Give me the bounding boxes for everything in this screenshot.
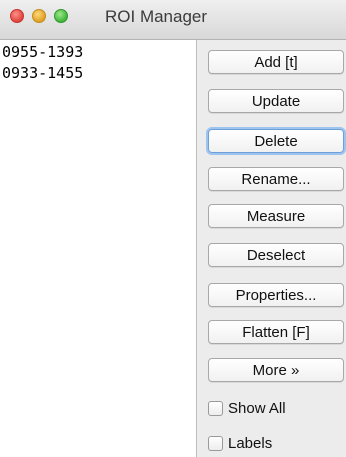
checkbox-box[interactable]: [208, 400, 223, 416]
flatten-button[interactable]: Flatten [F]: [208, 320, 344, 344]
window-title: ROI Manager: [105, 7, 208, 26]
measure-button[interactable]: Measure: [208, 204, 344, 228]
zoom-window-icon[interactable]: [54, 9, 68, 23]
deselect-button[interactable]: Deselect: [208, 243, 344, 267]
title-bar[interactable]: ROI Manager: [0, 0, 346, 40]
roi-list[interactable]: 0955-1393 0933-1455: [0, 40, 197, 457]
delete-button[interactable]: Delete: [208, 129, 344, 153]
labels-label: Labels: [228, 434, 273, 452]
labels-checkbox[interactable]: Labels: [208, 432, 272, 454]
add-button[interactable]: Add [t]: [208, 50, 344, 74]
roi-list-item[interactable]: 0955-1393: [0, 42, 196, 63]
show-all-label: Show All: [228, 399, 286, 417]
roi-manager-window: ROI Manager 0955-1393 0933-1455 Add [t] …: [0, 0, 346, 457]
more-button[interactable]: More »: [208, 358, 344, 382]
properties-button[interactable]: Properties...: [208, 283, 344, 307]
close-window-icon[interactable]: [10, 9, 24, 23]
roi-list-item[interactable]: 0933-1455: [0, 63, 196, 84]
show-all-checkbox[interactable]: Show All: [208, 397, 286, 419]
minimize-window-icon[interactable]: [32, 9, 46, 23]
update-button[interactable]: Update: [208, 89, 344, 113]
rename-button[interactable]: Rename...: [208, 167, 344, 191]
checkbox-box[interactable]: [208, 435, 223, 451]
